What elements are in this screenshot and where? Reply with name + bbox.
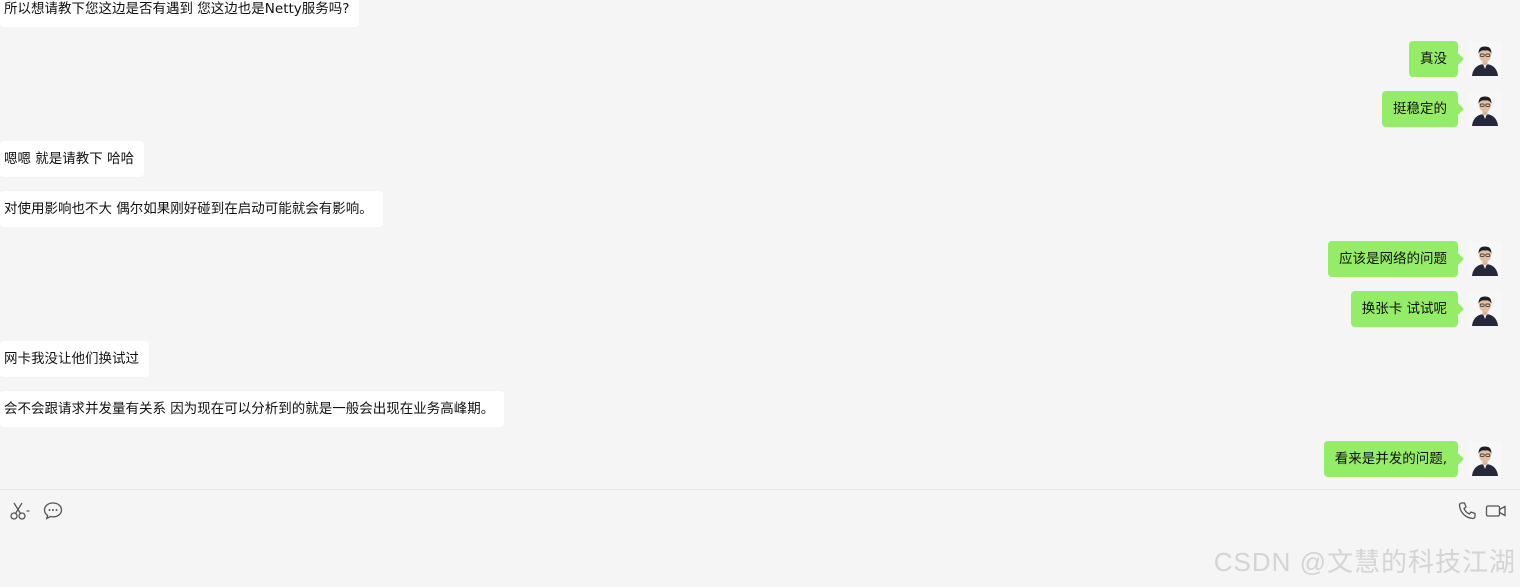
- message-incoming: 对使用影响也不大 偶尔如果刚好碰到在启动可能就会有影响。: [0, 191, 401, 227]
- phone-icon[interactable]: [1456, 500, 1478, 522]
- message-bubble-incoming[interactable]: 对使用影响也不大 偶尔如果刚好碰到在启动可能就会有影响。: [0, 191, 383, 227]
- message-bubble-outgoing[interactable]: 看来是并发的问题,: [1323, 441, 1465, 477]
- avatar-portrait-icon: [1468, 42, 1502, 76]
- message-incoming: 会不会跟请求并发量有关系 因为现在可以分析到的就是一般会出现在业务高峰期。: [0, 391, 527, 427]
- message-outgoing: 应该是网络的问题: [1000, 241, 1464, 277]
- watermark: CSDN @文慧的科技江湖: [1213, 547, 1516, 577]
- message-incoming: 嗯嗯 就是请教下 哈哈: [0, 141, 153, 177]
- scissors-icon[interactable]: [9, 500, 31, 522]
- avatar-portrait-icon: [1468, 92, 1502, 126]
- input-divider: [0, 489, 1520, 490]
- user-avatar[interactable]: [1468, 42, 1502, 76]
- message-outgoing: 看来是并发的问题,: [1000, 441, 1465, 477]
- message-bubble-outgoing[interactable]: 真没: [1409, 41, 1464, 77]
- message-outgoing: 换张卡 试试呢: [1000, 291, 1465, 327]
- chat-bubble-icon[interactable]: [42, 500, 64, 522]
- message-bubble-outgoing[interactable]: 挺稳定的: [1382, 91, 1464, 127]
- message-incoming: 所以想请教下您这边是否有遇到 您这边也是Netty服务吗?: [0, 0, 378, 27]
- message-bubble-outgoing[interactable]: 应该是网络的问题: [1328, 241, 1464, 277]
- user-avatar[interactable]: [1468, 442, 1502, 476]
- message-bubble-incoming[interactable]: 网卡我没让他们换试过: [0, 341, 149, 377]
- message-bubble-incoming[interactable]: 会不会跟请求并发量有关系 因为现在可以分析到的就是一般会出现在业务高峰期。: [0, 391, 505, 427]
- message-incoming: 网卡我没让他们换试过: [0, 341, 154, 377]
- video-call-icon[interactable]: [1485, 500, 1507, 522]
- message-outgoing: 真没: [1000, 41, 1464, 77]
- message-bubble-incoming[interactable]: 嗯嗯 就是请教下 哈哈: [0, 141, 145, 177]
- avatar-portrait-icon: [1468, 242, 1502, 276]
- user-avatar[interactable]: [1468, 292, 1502, 326]
- message-outgoing: 挺稳定的: [1000, 91, 1464, 127]
- message-bubble-incoming[interactable]: 所以想请教下您这边是否有遇到 您这边也是Netty服务吗?: [0, 0, 360, 27]
- chat-message-area[interactable]: 所以想请教下您这边是否有遇到 您这边也是Netty服务吗? 真没 挺稳定的 嗯嗯…: [0, 0, 1520, 489]
- message-bubble-outgoing[interactable]: 换张卡 试试呢: [1350, 291, 1465, 327]
- avatar-portrait-icon: [1468, 292, 1502, 326]
- avatar-portrait-icon: [1468, 442, 1502, 476]
- user-avatar[interactable]: [1468, 92, 1502, 126]
- user-avatar[interactable]: [1468, 242, 1502, 276]
